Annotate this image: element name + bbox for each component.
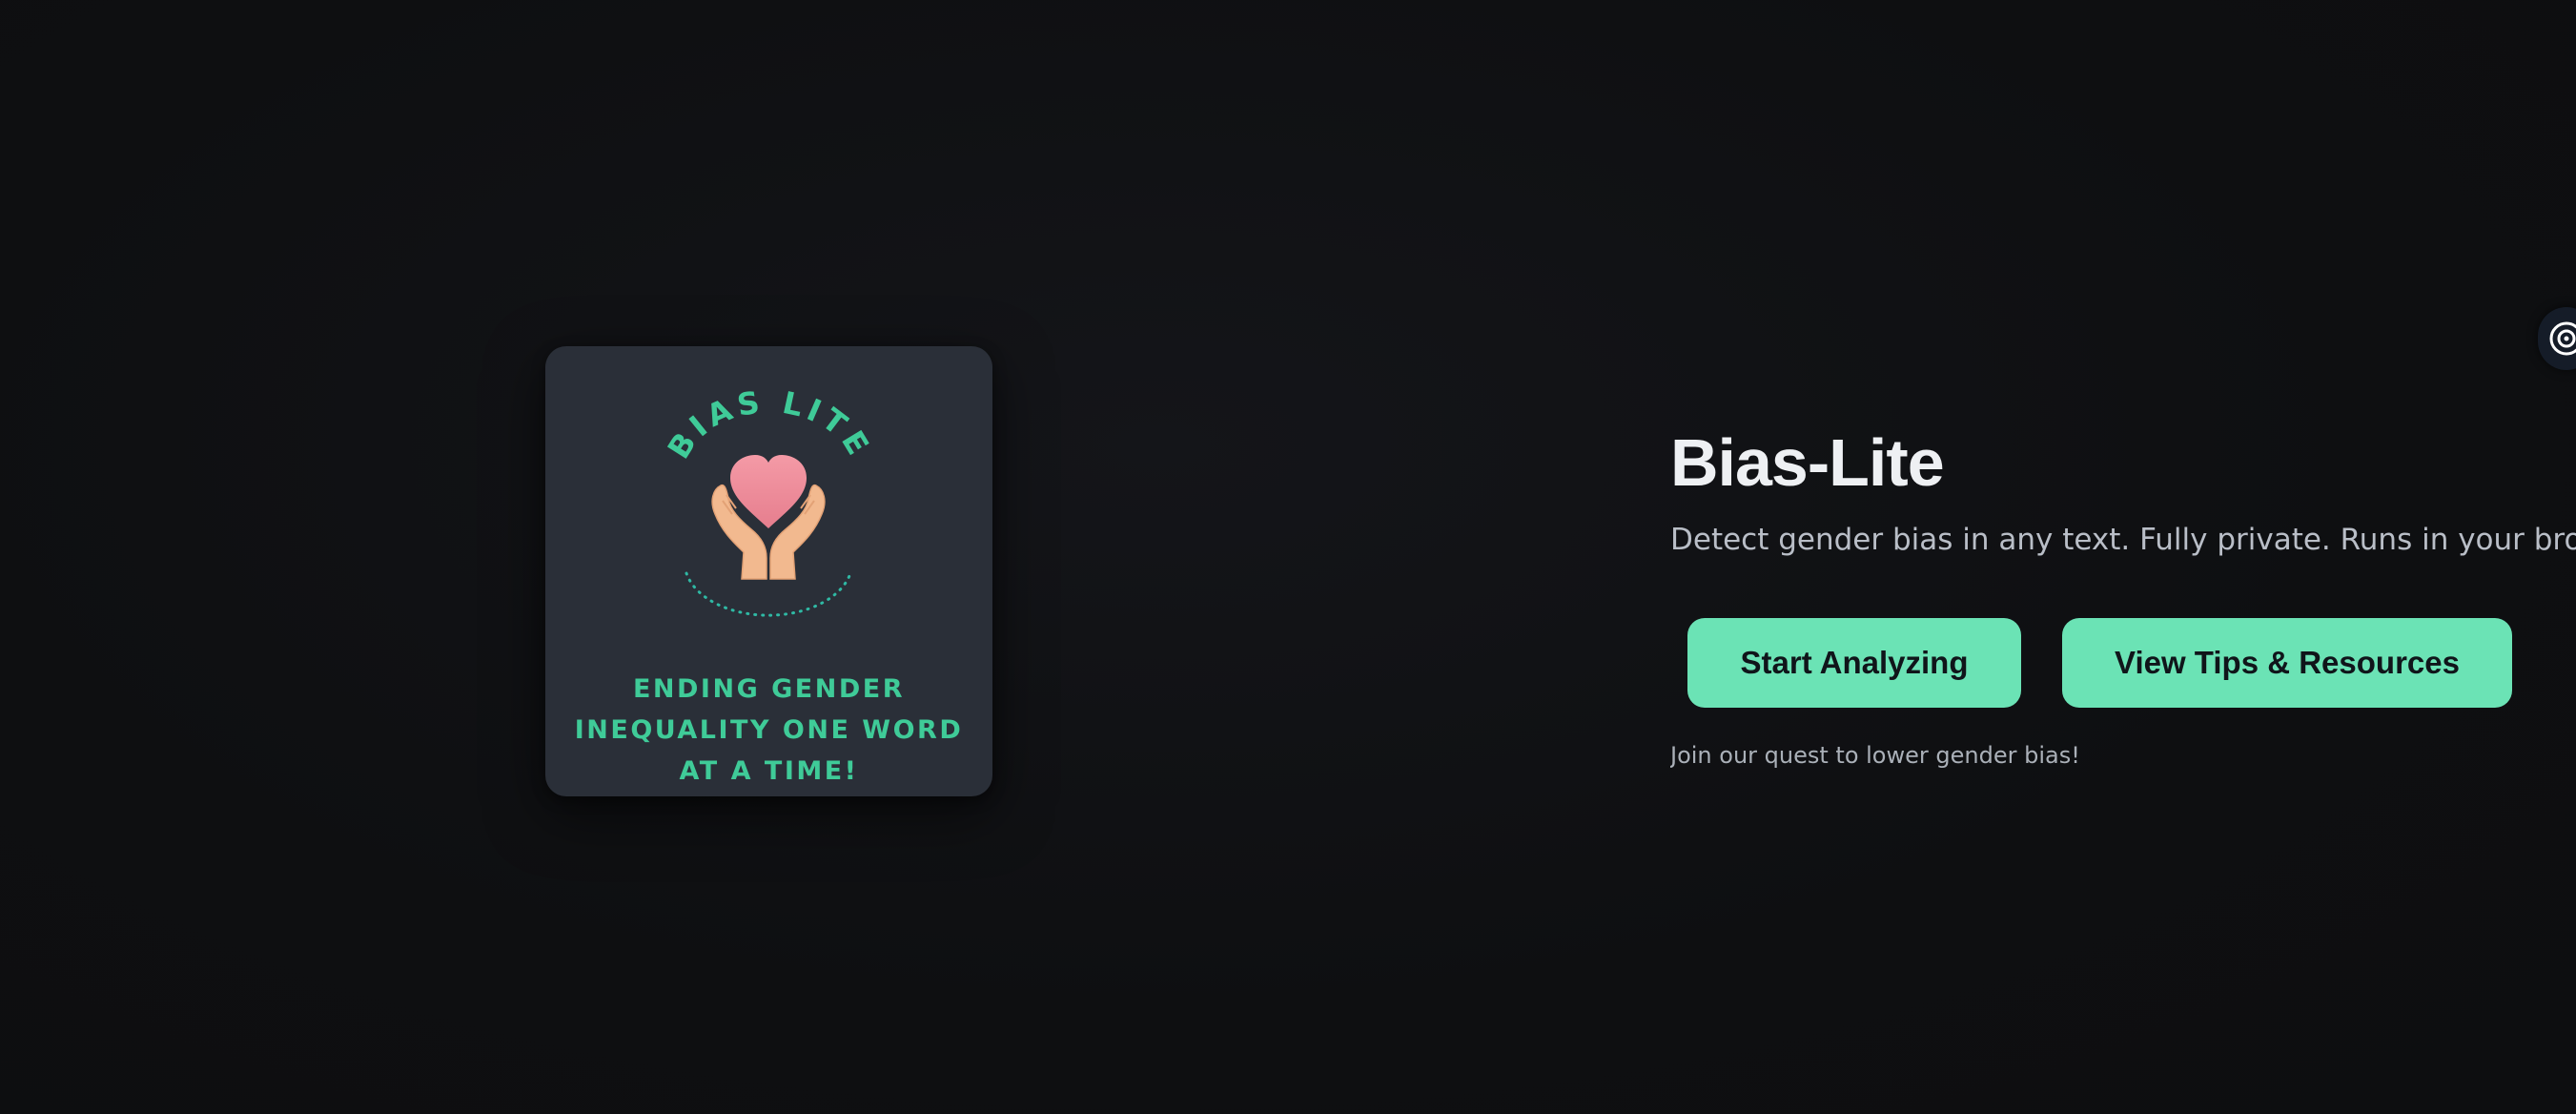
start-analyzing-button[interactable]: Start Analyzing bbox=[1687, 618, 2021, 708]
brand-arc-textpath: BIAS LITE bbox=[661, 383, 874, 465]
floating-widget-button[interactable] bbox=[2538, 307, 2576, 370]
hero-note: Join our quest to lower gender bias! bbox=[1670, 742, 2080, 769]
landing-page: BIAS LITE ENDING GENDER INEQUALITY ONE W… bbox=[0, 0, 2576, 1114]
target-icon bbox=[2549, 321, 2576, 356]
hero-section: Bias-Lite Detect gender bias in any text… bbox=[1670, 420, 2576, 782]
page-title: Bias-Lite bbox=[1670, 425, 1945, 500]
hero-actions: Start Analyzing View Tips & Resources bbox=[1687, 618, 2576, 713]
hero-subtitle: Detect gender bias in any text. Fully pr… bbox=[1670, 523, 2576, 557]
bias-lite-logo-icon: BIAS LITE bbox=[661, 383, 879, 617]
logo-card: BIAS LITE ENDING GENDER INEQUALITY ONE W… bbox=[545, 346, 992, 796]
logo-tagline: ENDING GENDER INEQUALITY ONE WORD AT A T… bbox=[574, 674, 964, 786]
dotted-arc bbox=[685, 571, 852, 617]
view-tips-resources-button[interactable]: View Tips & Resources bbox=[2062, 618, 2512, 708]
brand-arc-text: BIAS LITE bbox=[661, 383, 879, 465]
heart-icon bbox=[730, 455, 807, 528]
